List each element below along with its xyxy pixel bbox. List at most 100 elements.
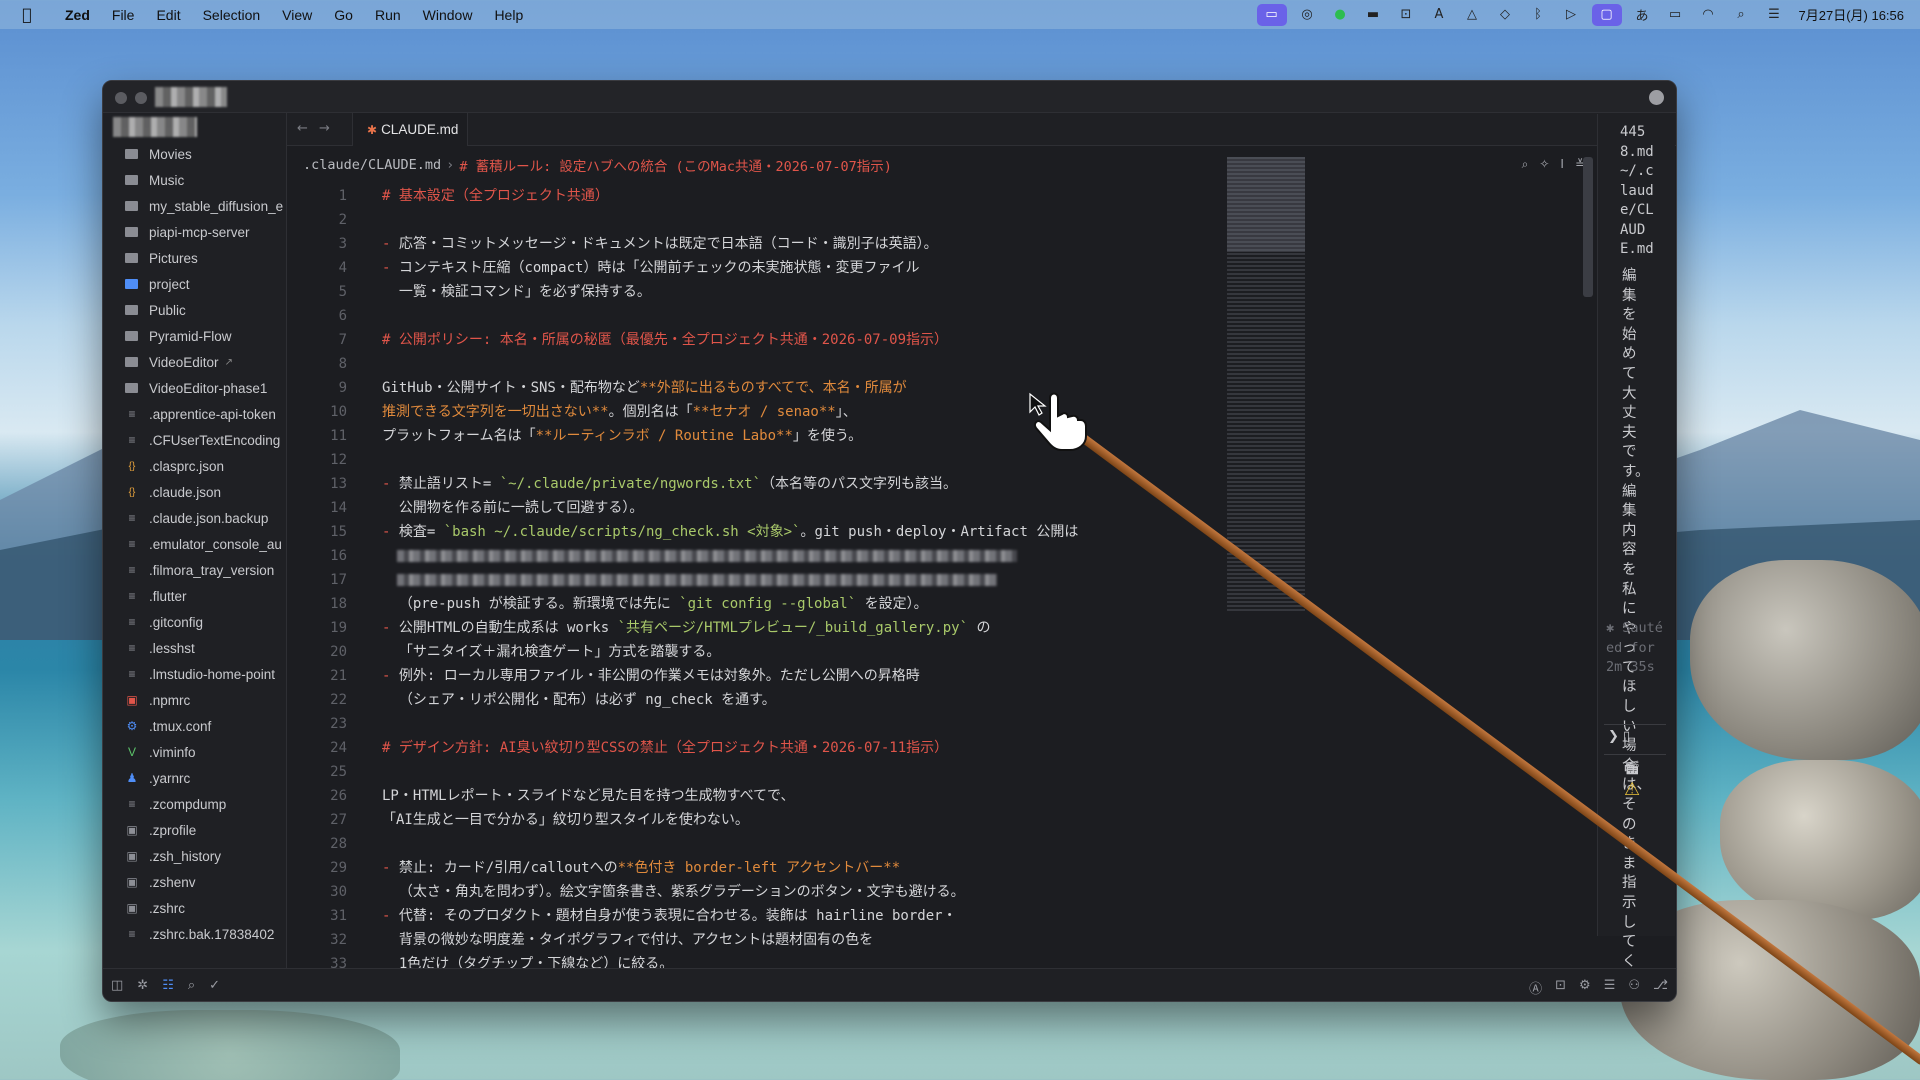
language-icon[interactable]: Ⓐ — [1529, 978, 1542, 997]
menu-clock[interactable]: 7月27日(月) 16:56 — [1791, 5, 1920, 24]
breadcrumb-file[interactable]: .claude/CLAUDE.md — [303, 157, 441, 173]
search-panel-icon[interactable]: ⌕ — [188, 978, 195, 993]
sidebar-item[interactable]: ≡ .apprentice-api-token — [103, 401, 286, 427]
code-line[interactable]: 29 - 禁止: カード/引用/calloutへの**色付き border-lef… — [287, 856, 1587, 880]
sidebar-item[interactable]: Pyramid-Flow — [103, 323, 286, 349]
code-line[interactable]: 26 LP・HTMLレポート・スライドなど見た目を持つ生成物すべてで、 — [287, 784, 1587, 808]
sidebar-item[interactable]: ⚙ .tmux.conf — [103, 713, 286, 739]
code-line[interactable]: 22 （シェア・リポ公開化・配布）は必ず ng_check を通す。 — [287, 688, 1587, 712]
menu-window[interactable]: Window — [412, 7, 484, 23]
search-icon[interactable]: ⌕ — [1522, 157, 1529, 172]
code-line[interactable]: 12 — [287, 448, 1587, 472]
sidebar-item[interactable]: V .viminfo — [103, 739, 286, 765]
sidebar-item[interactable]: ≡ .flutter — [103, 583, 286, 609]
chatgpt-icon[interactable]: ◎ — [1291, 0, 1324, 29]
sidebar-item[interactable]: ≡ .lesshst — [103, 635, 286, 661]
sidebar-item[interactable]: ♟ .yarnrc — [103, 765, 286, 791]
tab-claude-md[interactable]: ✱ CLAUDE.md — [352, 113, 468, 146]
sidebar-item[interactable]: piapi-mcp-server — [103, 219, 286, 245]
breadcrumb[interactable]: .claude/CLAUDE.md › # 蓄積ルール: 設定ハブへの統合 (こ… — [287, 146, 1587, 184]
sidebar-item[interactable]: VideoEditor-phase1 — [103, 375, 286, 401]
sidebar-item[interactable]: Pictures — [103, 245, 286, 271]
play-icon[interactable]: ▷ — [1555, 0, 1588, 29]
display-icon[interactable]: ▢ — [1591, 3, 1622, 26]
code-line[interactable]: 3 - 応答・コミットメッセージ・ドキュメントは既定で日本語（コード・識別子は英語… — [287, 232, 1587, 256]
control-center-icon[interactable]: ☰ — [1758, 0, 1791, 29]
line-icon[interactable]: ● — [1324, 0, 1357, 29]
menu-file[interactable]: File — [101, 7, 146, 23]
app-menu[interactable]: Zed — [54, 7, 101, 23]
terminal-icon[interactable]: ⊡ — [1555, 978, 1566, 997]
code-line[interactable]: 23 — [287, 712, 1587, 736]
code-line[interactable]: 15 - 検査= `bash ~/.claude/scripts/ng_check… — [287, 520, 1587, 544]
git-branch-icon[interactable]: ⎇ — [1653, 978, 1668, 997]
back-arrow-icon[interactable]: ← — [297, 121, 308, 136]
sidebar-item[interactable]: Movies — [103, 141, 286, 167]
sidebar-item[interactable]: ▣ .npmrc — [103, 687, 286, 713]
assistant-sparkle-icon[interactable]: ✧ — [1539, 157, 1549, 172]
code-line[interactable]: 2 — [287, 208, 1587, 232]
code-line[interactable]: 13 - 禁止語リスト= `~/.claude/private/ngwords.t… — [287, 472, 1587, 496]
sidebar-item[interactable]: ≡ .filmora_tray_version — [103, 557, 286, 583]
sidebar-item[interactable]: ≡ .zcompdump — [103, 791, 286, 817]
sidebar-item[interactable]: ≡ .claude.json.backup — [103, 505, 286, 531]
code-line[interactable]: 24 # デザイン方針: AI臭い紋切り型CSSの禁止（全プロジェクト共通・202… — [287, 736, 1587, 760]
shield-icon[interactable]: ◇ — [1489, 0, 1522, 29]
project-panel-icon[interactable]: ☷ — [162, 978, 174, 993]
battery-icon[interactable]: ▭ — [1659, 0, 1692, 29]
menu-extra-icon[interactable]: ▬ — [1357, 0, 1390, 29]
font-icon[interactable]: A — [1423, 0, 1456, 29]
minimap-viewport[interactable] — [1227, 157, 1305, 252]
code-line[interactable]: 30 （太さ・角丸を問わず）。絵文字箇条書き、紫系グラデーションのボタン・文字も… — [287, 880, 1587, 904]
code-line[interactable]: 7 # 公開ポリシー: 本名・所属の秘匿（最優先・全プロジェクト共通・2026-0… — [287, 328, 1587, 352]
code-editor[interactable]: 1 # 基本設定（全プロジェクト共通） 2 3- 応答・コミットメッセージ・ドキュメン… — [287, 184, 1587, 968]
input-method-icon[interactable]: あ — [1626, 0, 1659, 29]
code-line[interactable]: 8 — [287, 352, 1587, 376]
code-line[interactable]: 4 - コンテキスト圧縮（compact）時は「公開前チェックの未実施状態・変更フ… — [287, 256, 1587, 280]
toggle-sidebar-icon[interactable]: ◫ — [111, 978, 123, 993]
code-line[interactable]: 32 背景の微妙な明度差・タイポグラフィで付け、アクセントは題材固有の色を — [287, 928, 1587, 952]
sidebar-item[interactable]: ≡ .CFUserTextEncoding — [103, 427, 286, 453]
debug-icon[interactable]: ⚙ — [1579, 978, 1591, 997]
code-line[interactable]: 6 — [287, 304, 1587, 328]
code-line[interactable]: 5 一覧・検証コマンド」を必ず保持する。 — [287, 280, 1587, 304]
sidebar-item[interactable]: ▣ .zsh_history — [103, 843, 286, 869]
warning-icon[interactable]: ⚠ — [1624, 779, 1640, 800]
code-line[interactable]: 9 GitHub・公開サイト・SNS・配布物など**外部に出るものすべてで、本名・… — [287, 376, 1587, 400]
expand-chevron-icon[interactable]: ❯ ▯ — [1608, 729, 1630, 744]
sidebar-item[interactable]: Music — [103, 167, 286, 193]
editor-scrollbar[interactable] — [1583, 157, 1593, 297]
code-line[interactable]: 28 — [287, 832, 1587, 856]
breadcrumb-section[interactable]: # 蓄積ルール: 設定ハブへの統合 (このMac共通・2026-07-07指示) — [459, 155, 892, 175]
sidebar-item[interactable]: {} .claude.json — [103, 479, 286, 505]
minimize-window-button[interactable] — [135, 92, 147, 104]
menu-view[interactable]: View — [271, 7, 323, 23]
sidebar-item[interactable]: {} .clasprc.json — [103, 453, 286, 479]
sidebar-item[interactable]: ≡ .lmstudio-home-point — [103, 661, 286, 687]
sidebar-item[interactable]: VideoEditor ↗ — [103, 349, 286, 375]
menu-go[interactable]: Go — [323, 7, 364, 23]
code-line[interactable]: 33 1色だけ（タグチップ・下線など）に絞る。 — [287, 952, 1587, 968]
bluetooth-icon[interactable]: ᛒ — [1522, 0, 1555, 29]
sidebar-item[interactable]: ▣ .zshenv — [103, 869, 286, 895]
code-line[interactable]: 19 - 公開HTMLの自動生成系は works `共有ページ/HTMLプレビュー… — [287, 616, 1587, 640]
code-line[interactable]: 17 — [287, 568, 1587, 592]
code-line[interactable]: 11 プラットフォーム名は「**ルーティンラボ / Routine Labo**」… — [287, 424, 1587, 448]
close-window-button[interactable] — [115, 92, 127, 104]
forward-arrow-icon[interactable]: → — [319, 121, 330, 136]
sidebar-item[interactable]: ≡ .emulator_console_au — [103, 531, 286, 557]
capture-icon[interactable]: ⊡ — [1390, 0, 1423, 29]
account-avatar[interactable] — [1649, 90, 1664, 105]
code-line[interactable]: 10 推測できる文字列を一切出さない**。個別名は「**セナオ / senao**… — [287, 400, 1587, 424]
wifi-icon[interactable]: ◠ — [1692, 0, 1725, 29]
sidebar-item[interactable]: ▣ .zshrc — [103, 895, 286, 921]
sidebar-item[interactable]: my_stable_diffusion_e — [103, 193, 286, 219]
menu-edit[interactable]: Edit — [145, 7, 191, 23]
sidebar-item[interactable]: ▣ .zprofile — [103, 817, 286, 843]
sidebar-item[interactable]: ≡ .zshrc.bak.17838402 — [103, 921, 286, 947]
menu-run[interactable]: Run — [364, 7, 412, 23]
menu-help[interactable]: Help — [483, 7, 534, 23]
code-line[interactable]: 20 「サニタイズ＋漏れ検査ゲート」方式を踏襲する。 — [287, 640, 1587, 664]
code-line[interactable]: 31 - 代替: そのプロダクト・題材自身が使う表現に合わせる。装飾は hairl… — [287, 904, 1587, 928]
outline-icon[interactable]: ☰ — [1604, 978, 1616, 997]
